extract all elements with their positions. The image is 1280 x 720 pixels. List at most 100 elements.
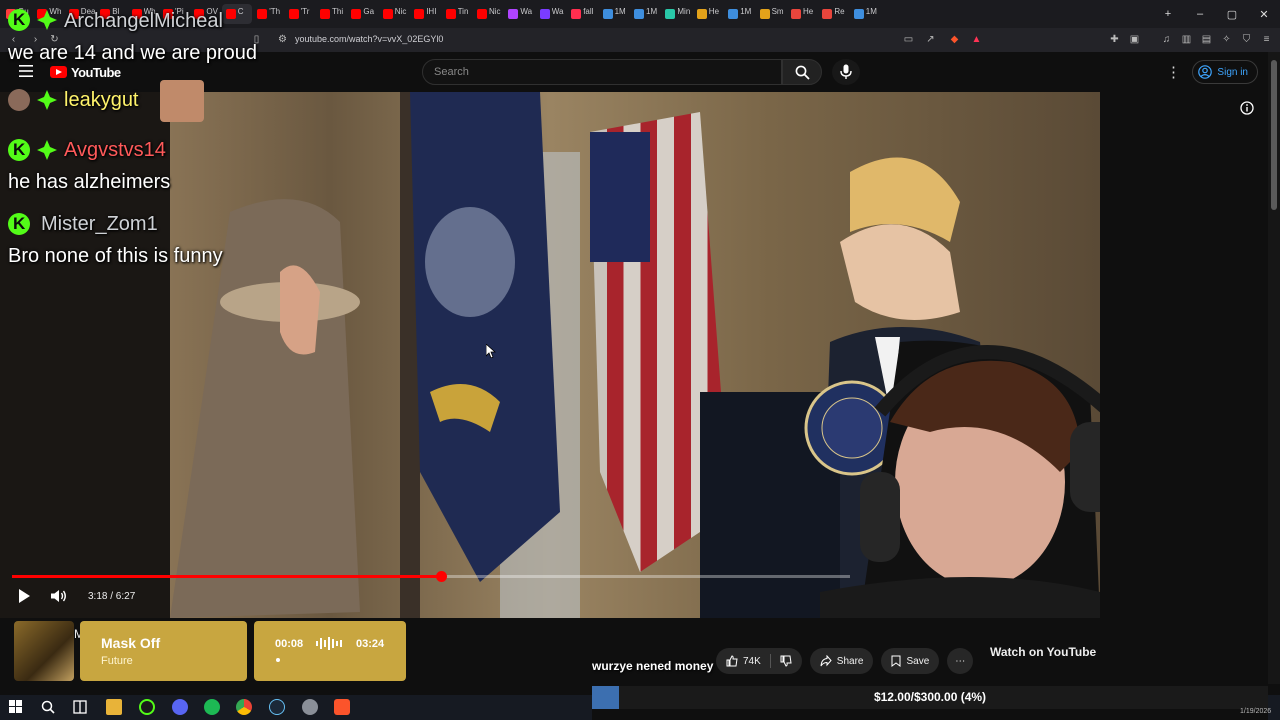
tab-title: 1M <box>865 7 877 16</box>
chat-username: ArchangelMicheal <box>64 10 223 32</box>
browser-tab[interactable]: Thi <box>316 4 349 24</box>
windows-start-icon[interactable] <box>9 700 22 713</box>
more-options-icon[interactable]: ⋮ <box>1166 63 1181 81</box>
info-icon[interactable] <box>1240 101 1254 115</box>
browser-tab[interactable]: 1M <box>630 4 663 24</box>
tab-favicon-icon <box>822 9 833 19</box>
progress-scrubber[interactable] <box>436 571 448 582</box>
tab-title: Nic <box>489 7 501 16</box>
tab-favicon-icon <box>602 9 613 19</box>
donation-goal-text: $12.00/$300.00 (4%) <box>873 690 987 704</box>
youtube-logo-text[interactable]: YouTube <box>71 65 121 80</box>
search-placeholder: Search <box>434 66 469 78</box>
maximize-button[interactable]: ▢ <box>1216 0 1248 28</box>
task-view-icon[interactable] <box>73 700 87 714</box>
browser-tab[interactable]: 1M <box>850 4 883 24</box>
cast-icon[interactable]: ▭ <box>902 33 915 46</box>
like-button[interactable]: 74K <box>716 648 802 674</box>
scrollbar-thumb[interactable] <box>1271 60 1277 210</box>
discord-icon[interactable] <box>172 699 188 715</box>
browser-tab[interactable]: C <box>221 4 252 24</box>
thumbs-down-icon[interactable] <box>780 655 792 667</box>
browser-tab[interactable]: Nic <box>379 4 412 24</box>
browser-tab[interactable]: Wa <box>536 4 569 24</box>
site-info-icon[interactable]: ⚙ <box>276 33 289 46</box>
brave-shield-icon[interactable]: ◆ <box>948 33 961 46</box>
browser-tab[interactable]: 'Th <box>253 4 286 24</box>
tab-title: Tin <box>457 7 469 16</box>
account-icon <box>1198 65 1212 79</box>
browser-tab[interactable]: IHI <box>410 4 443 24</box>
screenshot-icon[interactable]: ▣ <box>1128 33 1141 46</box>
play-icon[interactable] <box>17 589 31 603</box>
extensions-icon[interactable]: ✚ <box>1108 33 1121 46</box>
watch-on-youtube-link[interactable]: Watch on YouTube <box>990 645 1096 659</box>
more-horizontal-icon: ⋯ <box>955 655 966 667</box>
app-icon[interactable] <box>302 699 318 715</box>
right-panel <box>1100 92 1268 632</box>
hamburger-menu-icon[interactable] <box>19 65 33 77</box>
browser-tab[interactable]: Wa <box>504 4 537 24</box>
file-explorer-icon[interactable] <box>106 699 122 715</box>
browser-tab[interactable]: 1M <box>724 4 757 24</box>
chrome-icon[interactable] <box>236 699 252 715</box>
more-actions-button[interactable]: ⋯ <box>947 648 974 674</box>
browser-menu-icon[interactable]: ≡ <box>1260 33 1273 46</box>
tab-favicon-icon <box>445 9 456 19</box>
browser-tab[interactable]: Sm <box>756 4 789 24</box>
search-taskbar-icon[interactable] <box>41 700 55 714</box>
new-tab-icon[interactable]: + <box>1152 0 1184 28</box>
volume-icon[interactable] <box>51 589 67 603</box>
wallet-icon[interactable]: ▤ <box>1200 33 1213 46</box>
tab-favicon-icon <box>728 9 739 19</box>
leo-icon[interactable]: ✧ <box>1220 33 1233 46</box>
tab-title: He <box>708 7 720 16</box>
chat-message: he has alzheimers <box>8 171 171 193</box>
chat-message: Bro none of this is funny <box>8 245 223 267</box>
vpn-icon[interactable]: ⛉ <box>1240 33 1253 46</box>
song-artist: Future <box>101 655 133 667</box>
tab-title: 1M <box>646 7 658 16</box>
taskbar-clock: 1/19/2026 <box>1240 708 1272 715</box>
progress-bar-played <box>12 575 442 578</box>
browser-tab[interactable]: Ga <box>347 4 380 24</box>
browser-tab[interactable]: 1M <box>599 4 632 24</box>
share-button[interactable]: Share <box>809 648 874 674</box>
chat-message: we are 14 and we are proud <box>8 42 258 64</box>
tab-favicon-icon <box>477 9 487 19</box>
emote-image <box>160 80 204 122</box>
browser-tab[interactable]: fall <box>567 4 600 24</box>
share-page-icon[interactable]: ↗ <box>924 33 937 46</box>
song-current-time: 00:08 <box>275 638 304 650</box>
voice-search-button[interactable] <box>832 59 860 85</box>
tab-favicon-icon <box>320 9 330 19</box>
browser-tab[interactable]: Tin <box>442 4 475 24</box>
album-art <box>14 621 74 681</box>
brave-browser-icon[interactable] <box>334 699 350 715</box>
tab-title: He <box>803 7 814 16</box>
media-icon[interactable]: ♫ <box>1160 33 1173 46</box>
minimize-button[interactable]: – <box>1184 0 1216 28</box>
steam-icon[interactable] <box>269 699 285 715</box>
time-display: 3:18 / 6:27 <box>88 591 136 602</box>
chat-username: Avgvstvs14 <box>64 139 166 161</box>
brave-rewards-icon[interactable]: ▲ <box>970 33 983 46</box>
spotify-icon[interactable] <box>204 699 220 715</box>
tab-favicon-icon <box>288 9 299 19</box>
kick-badge-icon <box>8 213 30 235</box>
close-window-button[interactable]: ✕ <box>1248 0 1280 28</box>
browser-tab[interactable]: Re <box>818 4 851 24</box>
search-button[interactable] <box>782 59 822 85</box>
obs-icon[interactable] <box>139 699 155 715</box>
tab-title: Sm <box>771 7 784 16</box>
browser-tab[interactable]: Nic <box>473 4 506 24</box>
browser-tab[interactable]: 'Tr <box>285 4 318 24</box>
youtube-logo-icon[interactable] <box>50 66 67 78</box>
url-input[interactable]: youtube.com/watch?v=vvX_02EGYl0 <box>295 34 443 44</box>
browser-tab[interactable]: He <box>787 4 820 24</box>
search-input[interactable] <box>422 59 782 85</box>
save-button[interactable]: Save <box>881 648 940 674</box>
browser-tab[interactable]: Min <box>661 4 694 24</box>
sidebar-icon[interactable]: ▥ <box>1180 33 1193 46</box>
browser-tab[interactable]: He <box>693 4 726 24</box>
